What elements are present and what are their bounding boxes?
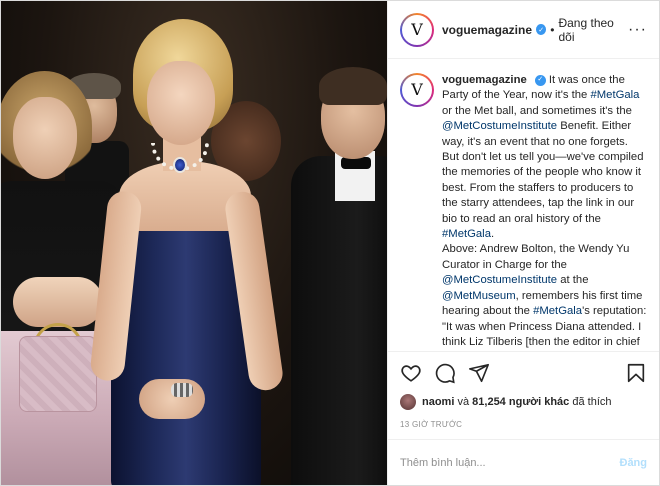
separator-dot: • <box>550 22 555 37</box>
likes-suffix: đã thích <box>572 396 612 408</box>
caption-text-segment: at the <box>557 274 589 287</box>
handbag <box>19 336 97 412</box>
comment-input[interactable] <box>400 456 620 469</box>
caption-text-segment: Benefit. Either way, it's an event that … <box>442 120 644 225</box>
woman-arm <box>13 277 103 327</box>
verified-icon: ✓ <box>536 24 547 35</box>
caption-link[interactable]: #MetGala <box>533 305 582 317</box>
post-side-panel: V voguemagazine ✓ • Đang theo dõi ··· V … <box>387 1 659 485</box>
verified-icon: ✓ <box>534 74 546 86</box>
heart-icon[interactable] <box>400 362 422 384</box>
caption-avatar[interactable]: V <box>400 73 434 107</box>
post-actions: naomi và 81,254 người khác đã thích 13 G… <box>388 351 659 439</box>
bracelet <box>171 383 193 397</box>
caption-link[interactable]: #MetGala <box>442 228 491 240</box>
post-comment-button[interactable]: Đăng <box>620 457 648 469</box>
comment-icon[interactable] <box>434 362 456 384</box>
post-timestamp[interactable]: 13 GIỜ TRƯỚC <box>400 420 647 439</box>
caption-text-segment: Above: Andrew Bolton, the Wendy Yu Curat… <box>442 243 630 271</box>
caption-area: V voguemagazine ✓ It was once the Party o… <box>388 59 659 351</box>
following-button[interactable]: Đang theo dõi <box>558 16 628 44</box>
instagram-post: V voguemagazine ✓ • Đang theo dõi ··· V … <box>0 0 660 486</box>
likes-connector: và <box>457 396 470 408</box>
more-icon[interactable]: ··· <box>628 21 647 39</box>
share-icon[interactable] <box>468 362 490 384</box>
liker-avatar[interactable] <box>400 394 416 410</box>
caption-link[interactable]: #MetGala <box>590 89 639 101</box>
likes-count[interactable]: 81,254 <box>472 396 506 408</box>
caption-text-segment: or the Met ball, and sometimes it's the <box>442 104 632 117</box>
man-hair <box>319 67 387 105</box>
man-in-tuxedo <box>291 156 387 485</box>
caption-username[interactable]: voguemagazine <box>442 74 527 86</box>
likes-summary: naomi và 81,254 người khác đã thích <box>400 394 647 410</box>
liker-username[interactable]: naomi <box>422 396 454 408</box>
post-header: V voguemagazine ✓ • Đang theo dõi ··· <box>388 1 659 59</box>
likes-others[interactable]: người khác <box>509 396 569 408</box>
caption-body: It was once the Party of the Year, now i… <box>442 74 646 351</box>
comment-box: Đăng <box>388 439 659 485</box>
caption-link[interactable]: @MetMuseum <box>442 290 516 302</box>
header-username[interactable]: voguemagazine <box>442 23 532 37</box>
sapphire-pendant <box>173 157 187 173</box>
woman-face <box>13 97 77 179</box>
caption-text-segment: . <box>490 228 495 241</box>
bookmark-icon[interactable] <box>625 362 647 384</box>
face <box>147 61 215 145</box>
caption-link[interactable]: @MetCostumeInstitute <box>442 274 557 286</box>
post-photo[interactable] <box>1 1 387 485</box>
avatar-logo: V <box>402 14 432 45</box>
action-icons <box>400 360 647 386</box>
avatar[interactable]: V <box>400 12 434 47</box>
caption-text: voguemagazine ✓ It was once the Party of … <box>442 73 647 351</box>
caption-avatar-logo: V <box>402 75 432 105</box>
caption-link[interactable]: @MetCostumeInstitute <box>442 120 557 132</box>
